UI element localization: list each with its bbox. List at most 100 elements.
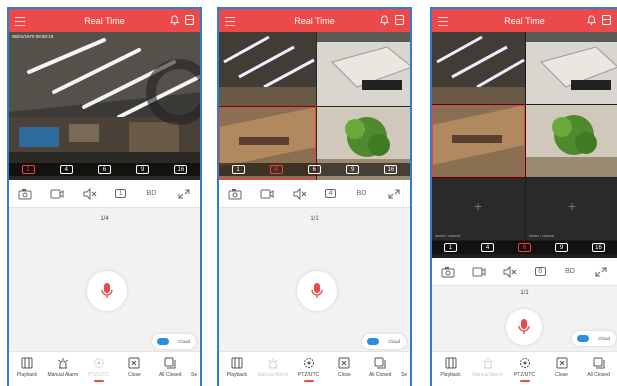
playback-button[interactable]: Playback bbox=[10, 357, 44, 378]
ptz-icon bbox=[519, 358, 530, 368]
playback-button[interactable]: Playback bbox=[434, 357, 468, 378]
menu-icon[interactable] bbox=[438, 14, 448, 26]
ptz-button[interactable]: PTZ/UTC bbox=[292, 357, 326, 382]
alarm-icon bbox=[267, 358, 278, 369]
close-button[interactable]: Close bbox=[117, 357, 151, 378]
close-button[interactable]: Close bbox=[327, 357, 361, 378]
quality-button[interactable]: BD bbox=[144, 188, 158, 200]
record-icon[interactable] bbox=[50, 188, 64, 200]
channel-4-button[interactable]: 4 bbox=[59, 165, 73, 174]
mute-icon[interactable] bbox=[83, 187, 97, 200]
fullscreen-icon[interactable] bbox=[594, 266, 608, 278]
video-cell-1[interactable] bbox=[432, 32, 525, 104]
fullscreen-icon[interactable] bbox=[177, 188, 191, 200]
active-indicator bbox=[519, 380, 530, 382]
layout-icon[interactable] bbox=[185, 15, 194, 25]
channel-9-button[interactable]: 9 bbox=[346, 165, 360, 174]
alarm-icon bbox=[482, 358, 493, 369]
talk-button[interactable] bbox=[297, 271, 337, 311]
cloud-toggle[interactable]: Cloud bbox=[152, 334, 196, 349]
manual-alarm-label: Manual Alarm bbox=[472, 372, 503, 378]
talk-button[interactable] bbox=[506, 309, 542, 345]
ptz-button[interactable]: PTZ/UTC bbox=[508, 357, 542, 382]
menu-icon[interactable] bbox=[225, 14, 235, 26]
empty-slot-label: device / channel bbox=[529, 234, 555, 238]
ptz-button[interactable]: PTZ/UTC bbox=[82, 357, 116, 382]
settings-label: Se bbox=[400, 372, 408, 378]
page-indicator: 1/1 bbox=[520, 290, 529, 296]
video-cell-2[interactable] bbox=[317, 32, 410, 106]
channel-6-button[interactable]: 6 bbox=[97, 165, 111, 174]
ptz-icon bbox=[93, 358, 104, 368]
cloud-toggle[interactable]: Cloud bbox=[572, 331, 616, 346]
video-cell-3[interactable] bbox=[432, 105, 525, 177]
talk-button[interactable] bbox=[87, 271, 127, 311]
all-closed-icon bbox=[593, 357, 604, 369]
phone-screen-single-view: Real Time 05/01/1970 08:50:19 1 4 6 9 16… bbox=[7, 7, 202, 386]
snapshot-icon[interactable] bbox=[441, 266, 455, 278]
manual-alarm-button[interactable]: Manual Alarm bbox=[256, 357, 290, 378]
manual-alarm-button[interactable]: Manual Alarm bbox=[46, 357, 80, 378]
channel-4-button[interactable]: 4 bbox=[269, 165, 283, 174]
channel-6-button[interactable]: 6 bbox=[307, 165, 321, 174]
channel-9-button[interactable]: 9 bbox=[136, 165, 150, 174]
screenshot-stage: Real Time 05/01/1970 08:50:19 1 4 6 9 16… bbox=[0, 0, 617, 386]
close-button[interactable]: Close bbox=[545, 357, 579, 378]
video-cell-4[interactable] bbox=[526, 105, 617, 177]
video-area[interactable]: 1 4 6 9 16 bbox=[219, 32, 410, 180]
channel-6-button[interactable]: 6 bbox=[518, 243, 531, 252]
channel-16-button[interactable]: 16 bbox=[384, 165, 398, 174]
video-cell-2[interactable] bbox=[526, 32, 617, 104]
fullscreen-icon[interactable] bbox=[387, 188, 401, 200]
manual-alarm-label: Manual Alarm bbox=[257, 372, 289, 378]
layout-icon[interactable] bbox=[395, 15, 404, 25]
camera-feed bbox=[9, 32, 200, 180]
all-closed-button[interactable]: All Closed bbox=[363, 357, 397, 378]
manual-alarm-button[interactable]: Manual Alarm bbox=[471, 357, 505, 378]
page-title: Real Time bbox=[84, 15, 125, 26]
channel-1-button[interactable]: 1 bbox=[444, 243, 457, 252]
bell-icon[interactable] bbox=[380, 15, 389, 25]
microphone-icon bbox=[311, 283, 323, 298]
microphone-icon bbox=[518, 319, 530, 334]
empty-slot-2[interactable]: + device / channel bbox=[526, 178, 617, 240]
all-closed-button[interactable]: All Closed bbox=[582, 357, 616, 378]
top-bar: Real Time bbox=[219, 9, 410, 32]
channel-16-button[interactable]: 16 bbox=[592, 243, 605, 252]
playback-button[interactable]: Playback bbox=[220, 357, 254, 378]
quality-button[interactable]: BD bbox=[563, 266, 577, 278]
record-icon[interactable] bbox=[472, 266, 486, 278]
channel-1-button[interactable]: 1 bbox=[21, 165, 35, 174]
all-closed-label: All Closed bbox=[587, 372, 610, 378]
channel-icon[interactable]: 4 bbox=[325, 189, 337, 198]
menu-icon[interactable] bbox=[15, 14, 25, 26]
channel-4-button[interactable]: 4 bbox=[481, 243, 494, 252]
close-icon bbox=[556, 357, 567, 369]
video-area[interactable]: + device / channel + device / channel 1 … bbox=[432, 32, 617, 258]
phone-screen-quad-view: Real Time 1 4 6 9 16 4 BD 1/1 Cloud Play… bbox=[217, 7, 412, 386]
bell-icon[interactable] bbox=[587, 15, 596, 25]
bell-icon[interactable] bbox=[170, 15, 179, 25]
settings-button[interactable]: Se bbox=[399, 357, 409, 378]
active-indicator bbox=[93, 380, 104, 382]
all-closed-label: All Closed bbox=[158, 372, 182, 378]
channel-16-button[interactable]: 16 bbox=[174, 165, 188, 174]
channel-1-button[interactable]: 1 bbox=[231, 165, 245, 174]
video-cell-1[interactable] bbox=[219, 32, 316, 106]
channel-icon[interactable]: 6 bbox=[534, 267, 546, 276]
record-icon[interactable] bbox=[260, 188, 274, 200]
timestamp-overlay: 05/01/1970 08:50:19 bbox=[12, 34, 54, 39]
channel-icon[interactable]: 1 bbox=[115, 189, 127, 198]
empty-slot-1[interactable]: + device / channel bbox=[432, 178, 525, 240]
snapshot-icon[interactable] bbox=[228, 188, 242, 200]
layout-icon[interactable] bbox=[602, 15, 611, 25]
settings-button[interactable]: Se bbox=[189, 357, 199, 378]
snapshot-icon[interactable] bbox=[18, 188, 32, 200]
quality-button[interactable]: BD bbox=[354, 188, 368, 200]
mute-icon[interactable] bbox=[503, 265, 517, 278]
channel-9-button[interactable]: 9 bbox=[555, 243, 568, 252]
mute-icon[interactable] bbox=[293, 187, 307, 200]
video-area[interactable]: 05/01/1970 08:50:19 1 4 6 9 16 bbox=[9, 32, 200, 180]
cloud-toggle[interactable]: Cloud bbox=[362, 334, 406, 349]
all-closed-button[interactable]: All Closed bbox=[153, 357, 187, 378]
